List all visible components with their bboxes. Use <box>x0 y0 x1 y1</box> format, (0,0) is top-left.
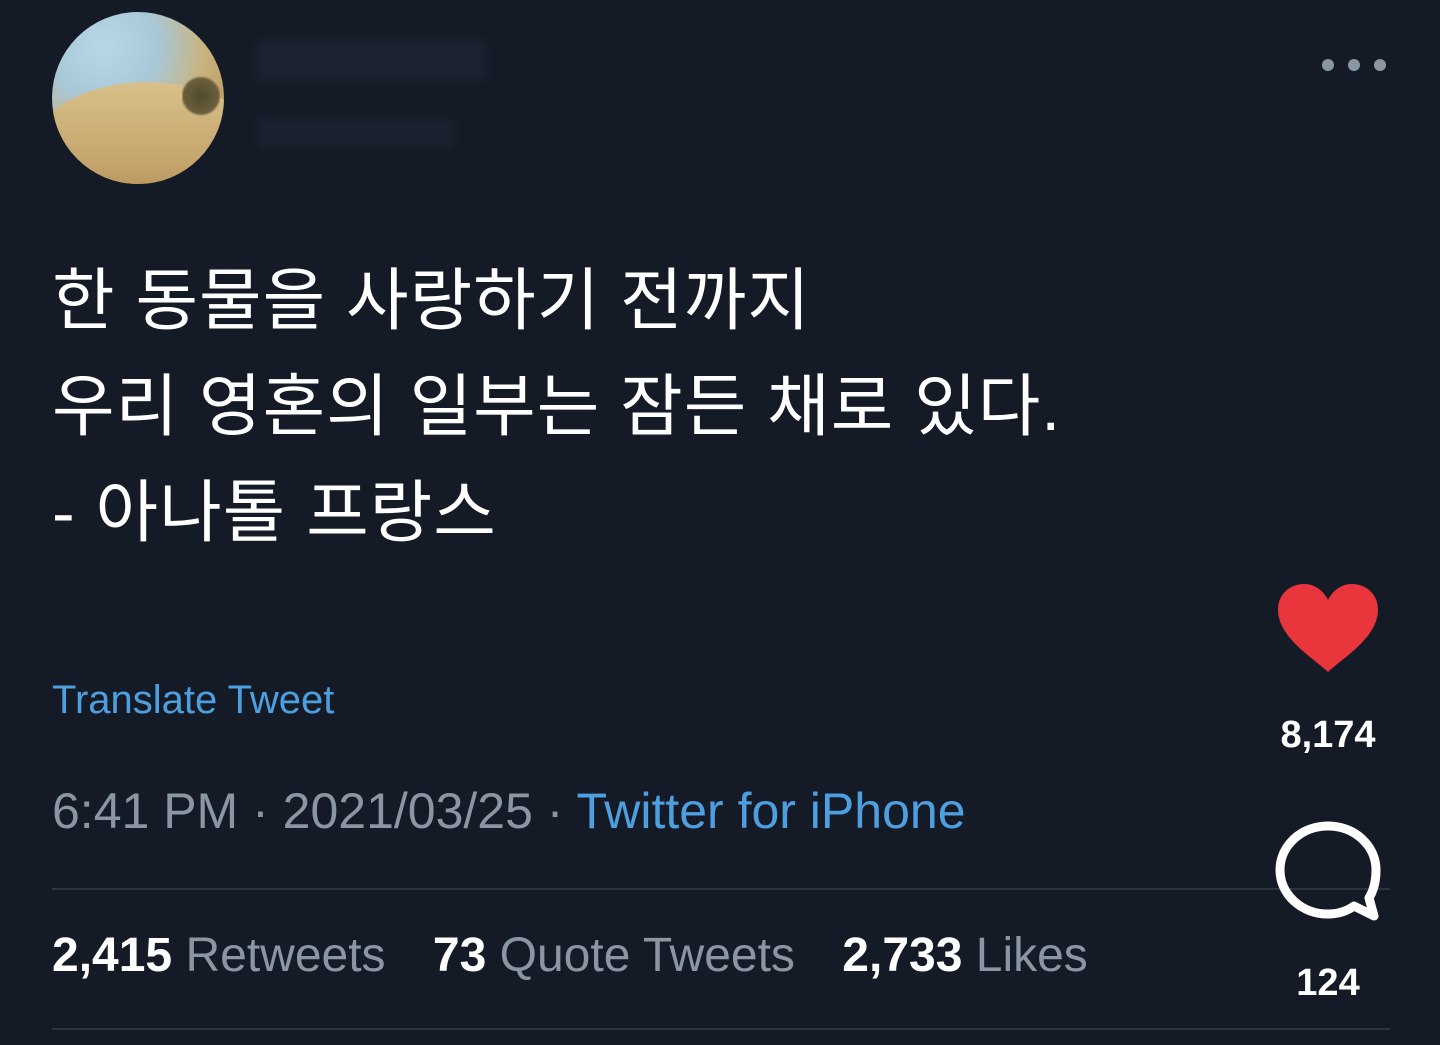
side-likes-count: 8,174 <box>1280 714 1376 756</box>
heart-icon[interactable] <box>1276 582 1380 674</box>
comment-icon[interactable] <box>1272 818 1384 926</box>
likes-label: Likes <box>975 929 1088 982</box>
retweets-label: Retweets <box>185 929 386 982</box>
divider <box>52 888 1390 890</box>
translate-tweet-link[interactable]: Translate Tweet <box>52 678 334 723</box>
tweet-line: 한 동물을 사랑하기 전까지 <box>52 263 811 339</box>
blurred-username <box>256 118 456 148</box>
comment-bubble <box>1275 821 1381 921</box>
likes-stat[interactable]: 2,733 Likes <box>842 929 1088 982</box>
tweet-page: 한 동물을 사랑하기 전까지 우리 영혼의 일부는 잠든 채로 있다. - 아나… <box>0 0 1440 1045</box>
tweet-text: 한 동물을 사랑하기 전까지 우리 영혼의 일부는 잠든 채로 있다. - 아나… <box>52 248 1232 566</box>
more-horizontal-icon[interactable] <box>1322 50 1386 80</box>
blurred-display-name <box>256 40 486 82</box>
meta-separator: · <box>532 783 577 839</box>
retweets-count: 2,415 <box>52 929 173 982</box>
meta-separator: · <box>238 783 283 839</box>
avatar[interactable] <box>52 12 224 184</box>
retweets-stat[interactable]: 2,415 Retweets <box>52 929 386 982</box>
likes-count: 2,733 <box>842 929 963 982</box>
quotes-count: 73 <box>432 929 487 982</box>
heart-shape <box>1278 584 1378 672</box>
tweet-line: - 아나톨 프랑스 <box>52 475 497 551</box>
tweet-meta: 6:41 PM · 2021/03/25 · Twitter for iPhon… <box>52 782 966 840</box>
tweet-source-link[interactable]: Twitter for iPhone <box>576 783 965 839</box>
avatar-shrub <box>182 74 220 118</box>
more-dot <box>1374 59 1386 71</box>
quote-tweets-stat[interactable]: 73 Quote Tweets <box>433 929 795 982</box>
divider <box>52 1028 1390 1030</box>
tweet-date: 2021/03/25 <box>282 783 533 839</box>
more-dot <box>1322 59 1334 71</box>
quotes-label: Quote Tweets <box>499 929 795 982</box>
tweet-stats: 2,415 Retweets 73 Quote Tweets 2,733 Lik… <box>52 928 1122 983</box>
side-comments-count: 124 <box>1296 962 1360 1004</box>
tweet-line: 우리 영혼의 일부는 잠든 채로 있다. <box>52 369 1062 445</box>
tweet-time: 6:41 PM <box>52 783 239 839</box>
more-dot <box>1348 59 1360 71</box>
